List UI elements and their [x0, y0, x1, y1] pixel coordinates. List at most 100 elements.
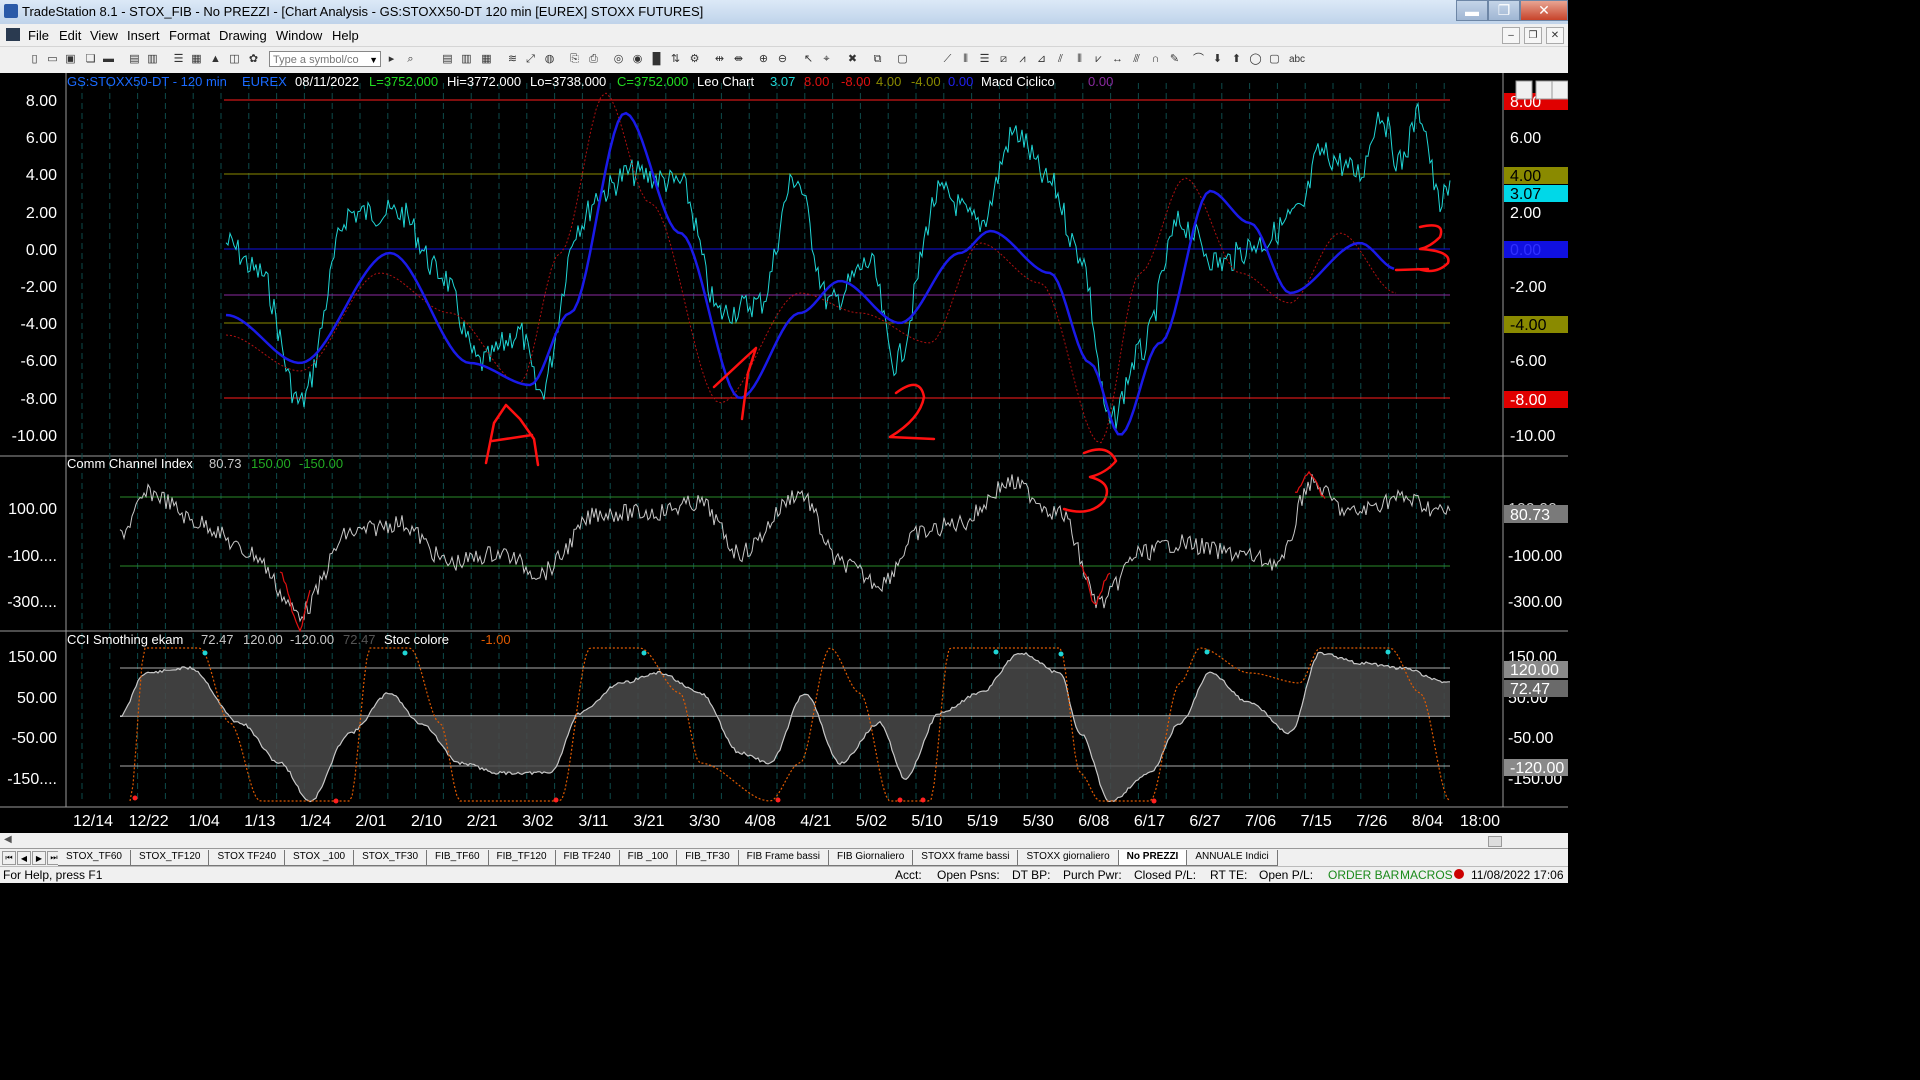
scroll-left-icon[interactable]: ◀: [4, 834, 12, 845]
window-list-icon[interactable]: ☰: [172, 53, 185, 66]
ellipse-icon[interactable]: ◯: [1249, 53, 1262, 66]
horizontal-scrollbar[interactable]: ◀: [0, 833, 1568, 848]
workspace-tab[interactable]: STOXX giornaliero: [1018, 850, 1119, 866]
vertical-lines-icon[interactable]: ⫴: [959, 53, 972, 66]
compress-icon[interactable]: ⇹: [713, 53, 726, 66]
cci-line[interactable]: [119, 474, 1451, 623]
gann-icon[interactable]: ⫽: [1054, 53, 1067, 66]
save-icon[interactable]: ▣: [64, 53, 77, 66]
find-icon[interactable]: ⌕: [404, 53, 417, 66]
channel-icon[interactable]: ⧄: [997, 53, 1010, 66]
open-icon[interactable]: ▭: [46, 53, 59, 66]
macro-icon[interactable]: ✿: [247, 53, 260, 66]
mdi-minimize-button[interactable]: –: [1502, 27, 1520, 44]
app-menu-icon[interactable]: [6, 28, 20, 41]
menu-file[interactable]: File: [28, 28, 49, 43]
workspace-tab[interactable]: STOXX frame bassi: [913, 850, 1019, 866]
matrix-icon[interactable]: ⇅: [669, 53, 682, 66]
fib-fan-icon[interactable]: ⩘: [1016, 53, 1029, 66]
radar-icon[interactable]: ⤢: [524, 53, 537, 66]
symbol-input[interactable]: Type a symbol/co ▼: [269, 51, 381, 67]
first-tab-icon[interactable]: ⏮: [2, 851, 16, 865]
pen-icon[interactable]: ✎: [1168, 53, 1181, 66]
workspace-tab[interactable]: ANNUALE Indici: [1187, 850, 1278, 866]
annotation-number-2[interactable]: [888, 383, 936, 441]
close-button[interactable]: ✕: [1520, 0, 1568, 21]
format-icon[interactable]: ⧉: [871, 53, 884, 66]
chart-analysis-window[interactable]: GS:STOXX50-DT - 120 min EUREX 08/11/2022…: [0, 73, 1568, 833]
data-window-icon[interactable]: ⌖: [820, 53, 833, 66]
copy-icon[interactable]: ❏: [84, 53, 97, 66]
folder-icon[interactable]: ▬: [102, 53, 115, 66]
chart-canvas[interactable]: GS:STOXX50-DT - 120 min EUREX 08/11/2022…: [0, 73, 1568, 833]
chevron-down-icon[interactable]: ▼: [369, 52, 378, 68]
bar-chart-icon[interactable]: █: [650, 53, 663, 66]
workspace-tab[interactable]: STOX_TF120: [130, 850, 210, 866]
workspace-tab[interactable]: FIB _100: [619, 850, 678, 866]
menu-drawing[interactable]: Drawing: [219, 28, 267, 43]
table-icon[interactable]: ▦: [480, 53, 493, 66]
menu-insert[interactable]: Insert: [127, 28, 160, 43]
rectangle-icon[interactable]: ▢: [1268, 53, 1281, 66]
minimize-button[interactable]: ▬: [1456, 0, 1488, 21]
macd-ciclico-line[interactable]: [225, 111, 1395, 436]
workspace-tab[interactable]: FIB TF240: [555, 850, 620, 866]
chart-icon[interactable]: ≋: [506, 53, 519, 66]
zoom-out-icon[interactable]: ⊖: [776, 53, 789, 66]
arrow-up-icon[interactable]: ⬆: [1230, 53, 1243, 66]
macros-button[interactable]: MACROS: [1400, 868, 1453, 882]
workspace-tab[interactable]: FIB Giornaliero: [829, 850, 914, 866]
pointer-icon[interactable]: ↖: [802, 53, 815, 66]
time-axis[interactable]: 12/14 12/22 1/04 1/13 1/24 2/01 2/10 2/21 3/02 3/…: [73, 813, 1500, 830]
zoom-in-icon[interactable]: ⊕: [757, 53, 770, 66]
annotation-number-3-upper[interactable]: [1394, 224, 1450, 273]
fib-time-icon[interactable]: ⩗: [1092, 53, 1105, 66]
workspace-tab[interactable]: FIB Frame bassi: [738, 850, 830, 866]
arrow-both-icon[interactable]: ↔: [1111, 53, 1124, 66]
next-tab-icon[interactable]: ▶: [32, 851, 46, 865]
link-icon[interactable]: ◫: [228, 53, 241, 66]
menu-view[interactable]: View: [90, 28, 118, 43]
strategy-icon[interactable]: ⚙: [688, 53, 701, 66]
prev-tab-icon[interactable]: ◀: [17, 851, 31, 865]
orders-icon[interactable]: ⎘: [568, 53, 581, 66]
workspace-tab[interactable]: FIB_TF60: [427, 850, 489, 866]
print-icon[interactable]: ▤: [128, 53, 141, 66]
news-icon[interactable]: ◎: [612, 53, 625, 66]
arc-icon[interactable]: ∩: [1149, 53, 1162, 66]
scroll-thumb[interactable]: [1488, 836, 1502, 847]
mdi-close-button[interactable]: ✕: [1546, 27, 1564, 44]
workspace-tab[interactable]: STOX_TF30: [354, 850, 428, 866]
workspace-tab[interactable]: FIB_TF30: [677, 850, 739, 866]
workspace-tab[interactable]: No PREZZI: [1118, 850, 1188, 866]
menu-format[interactable]: Format: [169, 28, 210, 43]
workspace-tab[interactable]: STOX TF240: [209, 850, 286, 866]
print-preview-icon[interactable]: ▥: [146, 53, 159, 66]
workspace-tab[interactable]: STOX _100: [285, 850, 355, 866]
new-icon[interactable]: ▯: [28, 53, 41, 66]
expand-icon[interactable]: ⇼: [732, 53, 745, 66]
parallel-icon[interactable]: ⫻: [1130, 53, 1143, 66]
leo-chart-oscillator-line[interactable]: [225, 101, 1451, 430]
macd-ciclico-signal-line[interactable]: [225, 92, 1397, 444]
grid-icon[interactable]: ▤: [441, 53, 454, 66]
annotation-number-3-lower[interactable]: [1062, 448, 1118, 513]
options-icon[interactable]: ⎙: [587, 53, 600, 66]
speed-line-icon[interactable]: ⊿: [1035, 53, 1048, 66]
order-bar-button[interactable]: ORDER BAR: [1328, 868, 1399, 882]
workspace-tab[interactable]: FIB_TF120: [488, 850, 556, 866]
hand-annotations[interactable]: [484, 224, 1450, 513]
horizontal-lines-icon[interactable]: ☰: [978, 53, 991, 66]
cci-smoothing-histogram[interactable]: [120, 652, 1450, 802]
maximize-button[interactable]: ❐: [1488, 0, 1520, 21]
ticker-icon[interactable]: ◉: [631, 53, 644, 66]
workspace-tab[interactable]: STOX_TF60: [58, 850, 131, 866]
text-tool-icon[interactable]: abc: [1287, 53, 1307, 66]
go-arrow-icon[interactable]: ▸: [385, 53, 398, 66]
mdi-restore-button[interactable]: ❐: [1524, 27, 1542, 44]
tools-icon[interactable]: ✖: [846, 53, 859, 66]
list-icon[interactable]: ▥: [460, 53, 473, 66]
workspace-icon[interactable]: ▦: [190, 53, 203, 66]
trendline-icon[interactable]: ⟋: [941, 53, 954, 66]
properties-icon[interactable]: ▢: [896, 53, 909, 66]
